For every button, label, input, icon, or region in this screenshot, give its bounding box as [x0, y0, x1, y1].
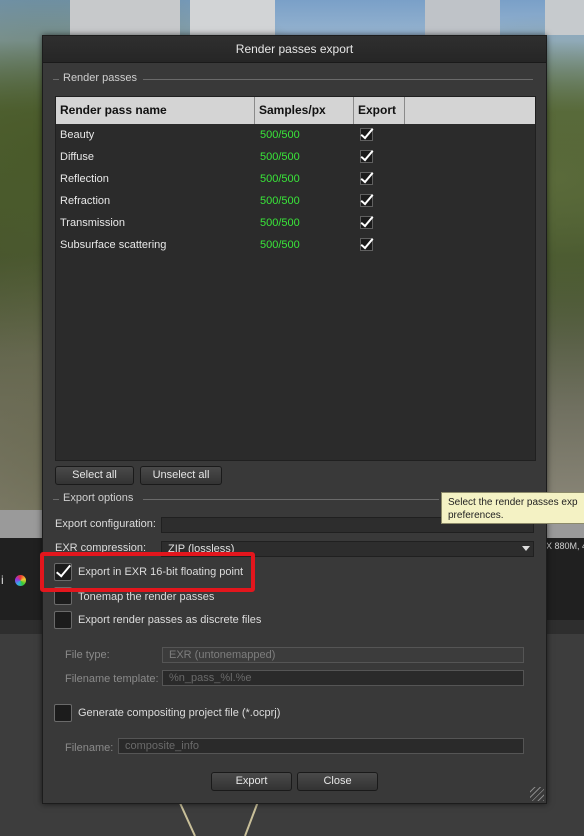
file-type-label: File type: [65, 649, 110, 661]
pass-samples: 500/500 [260, 173, 300, 185]
info-icon: i [1, 573, 4, 587]
pass-name: Refraction [60, 195, 111, 207]
select-all-button[interactable]: Select all [55, 466, 134, 485]
tooltip-line: preferences. [448, 510, 504, 521]
tooltip: Select the render passes exp preferences… [441, 492, 584, 524]
pass-name: Transmission [60, 217, 125, 229]
pass-samples: 500/500 [260, 217, 300, 229]
render-passes-export-dialog: Render passes export Render passes Rende… [42, 35, 547, 804]
export-checkbox[interactable] [360, 194, 373, 207]
background-building [70, 0, 180, 35]
export-checkbox[interactable] [360, 172, 373, 185]
group-divider [143, 79, 533, 80]
filename-template-field[interactable]: %n_pass_%l.%e [162, 670, 524, 686]
background-building [425, 0, 500, 35]
compositing-checkbox[interactable] [54, 704, 72, 722]
table-row[interactable]: Diffuse 500/500 [56, 146, 535, 168]
discrete-files-checkbox[interactable] [54, 611, 72, 629]
column-header-name[interactable]: Render pass name [56, 97, 255, 124]
export-configuration-label: Export configuration: [55, 518, 156, 530]
group-divider [143, 499, 439, 500]
pass-samples: 500/500 [260, 195, 300, 207]
render-passes-group-label: Render passes [63, 72, 137, 84]
tonemap-label: Tonemap the render passes [78, 591, 215, 603]
file-type-combo[interactable]: EXR (untonemapped) [162, 647, 524, 663]
export-checkbox[interactable] [360, 216, 373, 229]
export-checkbox[interactable] [360, 238, 373, 251]
tooltip-line: Select the render passes exp [448, 497, 578, 508]
background-building [190, 0, 275, 35]
table-row[interactable]: Reflection 500/500 [56, 168, 535, 190]
group-divider [53, 499, 59, 500]
unselect-all-button[interactable]: Unselect all [140, 466, 222, 485]
dialog-title: Render passes export [43, 36, 546, 63]
pass-name: Beauty [60, 129, 95, 141]
export-button[interactable]: Export [211, 772, 292, 791]
resize-grip-icon[interactable] [530, 787, 544, 801]
filename-label: Filename: [65, 742, 114, 754]
pass-name: Diffuse [60, 151, 95, 163]
pass-name: Subsurface scattering [60, 239, 167, 251]
pass-samples: 500/500 [260, 239, 300, 251]
pass-samples: 500/500 [260, 129, 300, 141]
compositing-label: Generate compositing project file (*.ocp… [78, 707, 281, 719]
table-row[interactable]: Subsurface scattering 500/500 [56, 234, 535, 256]
column-header-samples[interactable]: Samples/px [255, 97, 354, 124]
highlight-annotation [40, 552, 255, 592]
table-row[interactable]: Beauty 500/500 [56, 124, 535, 146]
close-button[interactable]: Close [297, 772, 378, 791]
table-row[interactable]: Transmission 500/500 [56, 212, 535, 234]
background-building [545, 0, 584, 35]
pass-samples: 500/500 [260, 151, 300, 163]
color-wheel-icon [15, 575, 26, 586]
chevron-down-icon [522, 546, 530, 551]
table-header: Render pass name Samples/px Export [56, 97, 535, 124]
render-passes-table: Render pass name Samples/px Export Beaut… [55, 96, 536, 461]
background-status-text: X 880M, 4 [546, 541, 584, 551]
export-options-group-label: Export options [63, 492, 134, 504]
export-checkbox[interactable] [360, 128, 373, 141]
table-row[interactable]: Refraction 500/500 [56, 190, 535, 212]
filename-template-label: Filename template: [65, 673, 159, 685]
discrete-files-label: Export render passes as discrete files [78, 614, 262, 626]
export-checkbox[interactable] [360, 150, 373, 163]
pass-name: Reflection [60, 173, 109, 185]
filename-field[interactable]: composite_info [118, 738, 524, 754]
group-divider [53, 79, 59, 80]
column-header-export[interactable]: Export [354, 97, 405, 124]
